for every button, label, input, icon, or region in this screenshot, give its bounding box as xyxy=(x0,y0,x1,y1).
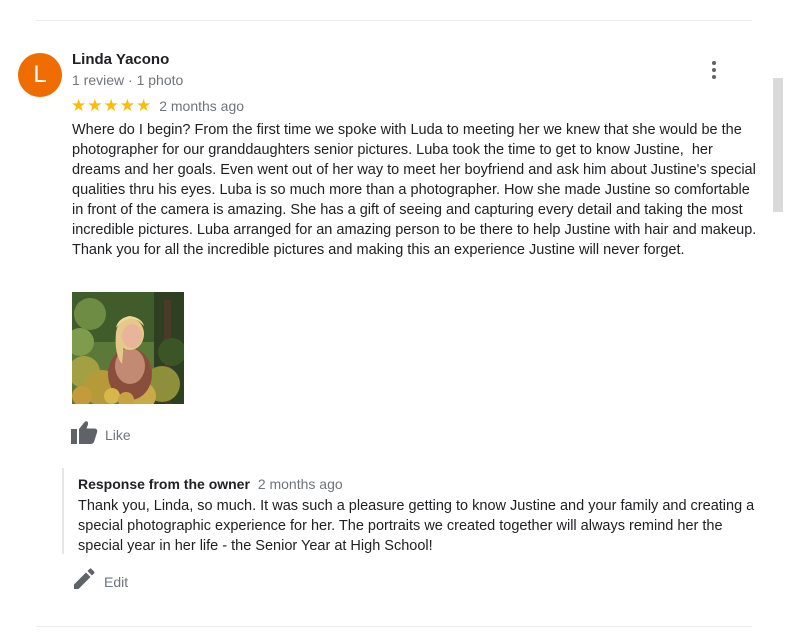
edit-label: Edit xyxy=(104,573,129,590)
top-divider xyxy=(36,20,752,21)
more-options-button[interactable] xyxy=(700,56,728,84)
thumbs-up-icon xyxy=(71,420,98,449)
owner-response: Response from the owner 2 months ago Tha… xyxy=(62,468,764,554)
owner-response-header: Response from the owner 2 months ago xyxy=(78,475,343,493)
more-vertical-icon xyxy=(712,61,716,65)
scrollbar-thumb[interactable] xyxy=(773,78,783,212)
owner-response-title: Response from the owner xyxy=(78,476,250,492)
more-vertical-icon-dot xyxy=(712,75,716,79)
review-text: Where do I begin? From the first time we… xyxy=(72,122,765,258)
more-vertical-icon-dot xyxy=(712,68,716,72)
review-date: 2 months ago xyxy=(159,98,245,114)
star-rating: ★★★★★ xyxy=(71,96,153,116)
rating-row: ★★★★★ 2 months ago xyxy=(71,96,244,116)
bottom-divider xyxy=(36,626,752,627)
avatar[interactable]: L xyxy=(18,53,62,97)
like-button[interactable]: Like xyxy=(71,420,131,449)
like-label: Like xyxy=(105,426,131,443)
owner-response-text: Thank you, Linda, so much. It was such a… xyxy=(78,498,755,554)
pencil-icon xyxy=(73,568,95,595)
owner-response-date: 2 months ago xyxy=(257,476,343,492)
edit-button[interactable]: Edit xyxy=(73,568,128,595)
reviewer-meta[interactable]: 1 review · 1 photo xyxy=(72,72,183,88)
review-photo-image xyxy=(72,292,184,404)
reviewer-name[interactable]: Linda Yacono xyxy=(72,51,169,68)
review-photo[interactable] xyxy=(72,292,184,404)
